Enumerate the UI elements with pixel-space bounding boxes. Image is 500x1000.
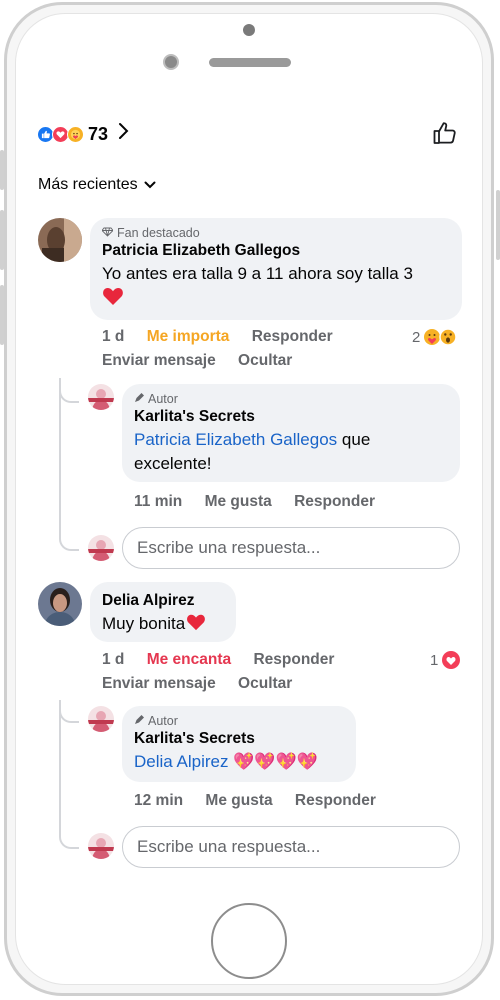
comment-bubble: Delia Alpirez Muy bonita bbox=[90, 582, 236, 642]
comment-secondary-actions: Enviar mensaje Ocultar bbox=[102, 352, 310, 370]
hide-button[interactable]: Ocultar bbox=[238, 675, 292, 692]
comment-bubble: Fan destacado Patricia Elizabeth Gallego… bbox=[90, 218, 462, 320]
author-badge: Autor bbox=[134, 714, 344, 728]
fan-badge: Fan destacado bbox=[101, 226, 450, 240]
mention-link[interactable]: Delia Alpirez bbox=[134, 752, 229, 771]
send-message-button[interactable]: Enviar mensaje bbox=[102, 352, 216, 369]
comment-actions: 1 d Me importa Responder bbox=[102, 328, 351, 346]
comment-time: 1 d bbox=[102, 328, 125, 345]
heart-emoji bbox=[185, 614, 207, 633]
screen: 73 Más recientes Fan destacado Patricia … bbox=[30, 110, 470, 890]
avatar[interactable] bbox=[88, 706, 114, 732]
diamond-icon bbox=[101, 227, 114, 240]
reactions-summary[interactable]: 73 bbox=[37, 122, 130, 146]
send-message-button[interactable]: Enviar mensaje bbox=[102, 675, 216, 692]
thumbs-up-icon[interactable] bbox=[432, 120, 458, 146]
like-button[interactable]: Me gusta bbox=[205, 792, 272, 809]
chevron-down-icon bbox=[144, 178, 156, 192]
mention-link[interactable]: Patricia Elizabeth Gallegos bbox=[134, 430, 337, 449]
reply-input[interactable] bbox=[122, 527, 460, 569]
thread-connector bbox=[59, 535, 79, 551]
reply-button[interactable]: Responder bbox=[253, 651, 334, 668]
avatar[interactable] bbox=[88, 384, 114, 410]
reply-actions: 11 min Me gusta Responder bbox=[134, 493, 393, 511]
reply-text: Patricia Elizabeth Gallegos que excelent… bbox=[134, 428, 448, 476]
avatar bbox=[88, 833, 114, 859]
like-button[interactable]: Me gusta bbox=[205, 493, 272, 510]
chevron-right-icon[interactable] bbox=[118, 122, 130, 146]
heart-emoji bbox=[102, 288, 124, 310]
comment-reactions[interactable]: 2 bbox=[412, 327, 458, 347]
badge-label: Autor bbox=[148, 714, 178, 728]
thread-connector bbox=[59, 833, 79, 849]
reply-time: 12 min bbox=[134, 792, 184, 809]
reply-author[interactable]: Karlita's Secrets bbox=[134, 730, 344, 748]
badge-label: Autor bbox=[148, 392, 178, 406]
care-wow-reaction-icons bbox=[424, 328, 458, 346]
front-camera bbox=[163, 54, 179, 70]
comment-author[interactable]: Delia Alpirez bbox=[102, 592, 224, 610]
comment-body: Muy bonita bbox=[102, 614, 186, 633]
hide-button[interactable]: Ocultar bbox=[238, 352, 292, 369]
reply-time: 11 min bbox=[134, 493, 183, 510]
proximity-sensor bbox=[243, 24, 255, 36]
pencil-icon bbox=[134, 714, 144, 728]
comment-author[interactable]: Patricia Elizabeth Gallegos bbox=[102, 242, 450, 260]
reply-actions: 12 min Me gusta Responder bbox=[134, 792, 394, 810]
sort-label: Más recientes bbox=[38, 176, 138, 193]
reply-button[interactable]: Responder bbox=[294, 493, 375, 510]
reply-bubble: Autor Karlita's Secrets Delia Alpirez 💖💖… bbox=[122, 706, 356, 782]
reply-author[interactable]: Karlita's Secrets bbox=[134, 408, 448, 426]
care-reaction-icon bbox=[67, 125, 84, 143]
comment-reaction-count: 1 bbox=[430, 651, 439, 669]
mute-switch bbox=[0, 150, 4, 190]
comment-reaction-count: 2 bbox=[412, 328, 421, 346]
reaction-count: 73 bbox=[88, 123, 109, 144]
me-encanta-button[interactable]: Me encanta bbox=[147, 651, 231, 668]
home-button[interactable] bbox=[211, 903, 287, 979]
avatar bbox=[88, 535, 114, 561]
love-reaction-icon bbox=[442, 651, 461, 669]
comment-actions: 1 d Me encanta Responder bbox=[102, 651, 352, 669]
thread-line bbox=[59, 378, 61, 538]
comment-body: Yo antes era talla 9 a 11 ahora soy tall… bbox=[102, 264, 413, 283]
earpiece-speaker bbox=[209, 58, 291, 67]
comment-reactions[interactable]: 1 bbox=[430, 650, 461, 670]
power-button bbox=[496, 190, 500, 260]
comment-time: 1 d bbox=[102, 651, 125, 668]
avatar[interactable] bbox=[38, 582, 82, 626]
thread-connector bbox=[59, 387, 79, 403]
sparkling-heart-emojis: 💖💖💖💖 bbox=[233, 752, 318, 771]
badge-label: Fan destacado bbox=[117, 226, 200, 240]
comment-text: Muy bonita bbox=[102, 612, 224, 636]
comment-text: Yo antes era talla 9 a 11 ahora soy tall… bbox=[102, 262, 450, 313]
me-importa-button[interactable]: Me importa bbox=[147, 328, 230, 345]
author-badge: Autor bbox=[134, 392, 448, 406]
sort-dropdown[interactable]: Más recientes bbox=[38, 176, 156, 194]
comment-secondary-actions: Enviar mensaje Ocultar bbox=[102, 675, 310, 693]
volume-up-button bbox=[0, 210, 4, 270]
volume-down-button bbox=[0, 285, 4, 345]
reply-text: Delia Alpirez 💖💖💖💖 bbox=[134, 750, 344, 774]
thread-connector bbox=[59, 707, 79, 723]
pencil-icon bbox=[134, 392, 144, 406]
reply-input[interactable] bbox=[122, 826, 460, 868]
reply-button[interactable]: Responder bbox=[252, 328, 333, 345]
reply-bubble: Autor Karlita's Secrets Patricia Elizabe… bbox=[122, 384, 460, 482]
reply-button[interactable]: Responder bbox=[295, 792, 376, 809]
thread-line bbox=[59, 700, 61, 836]
avatar[interactable] bbox=[38, 218, 82, 262]
